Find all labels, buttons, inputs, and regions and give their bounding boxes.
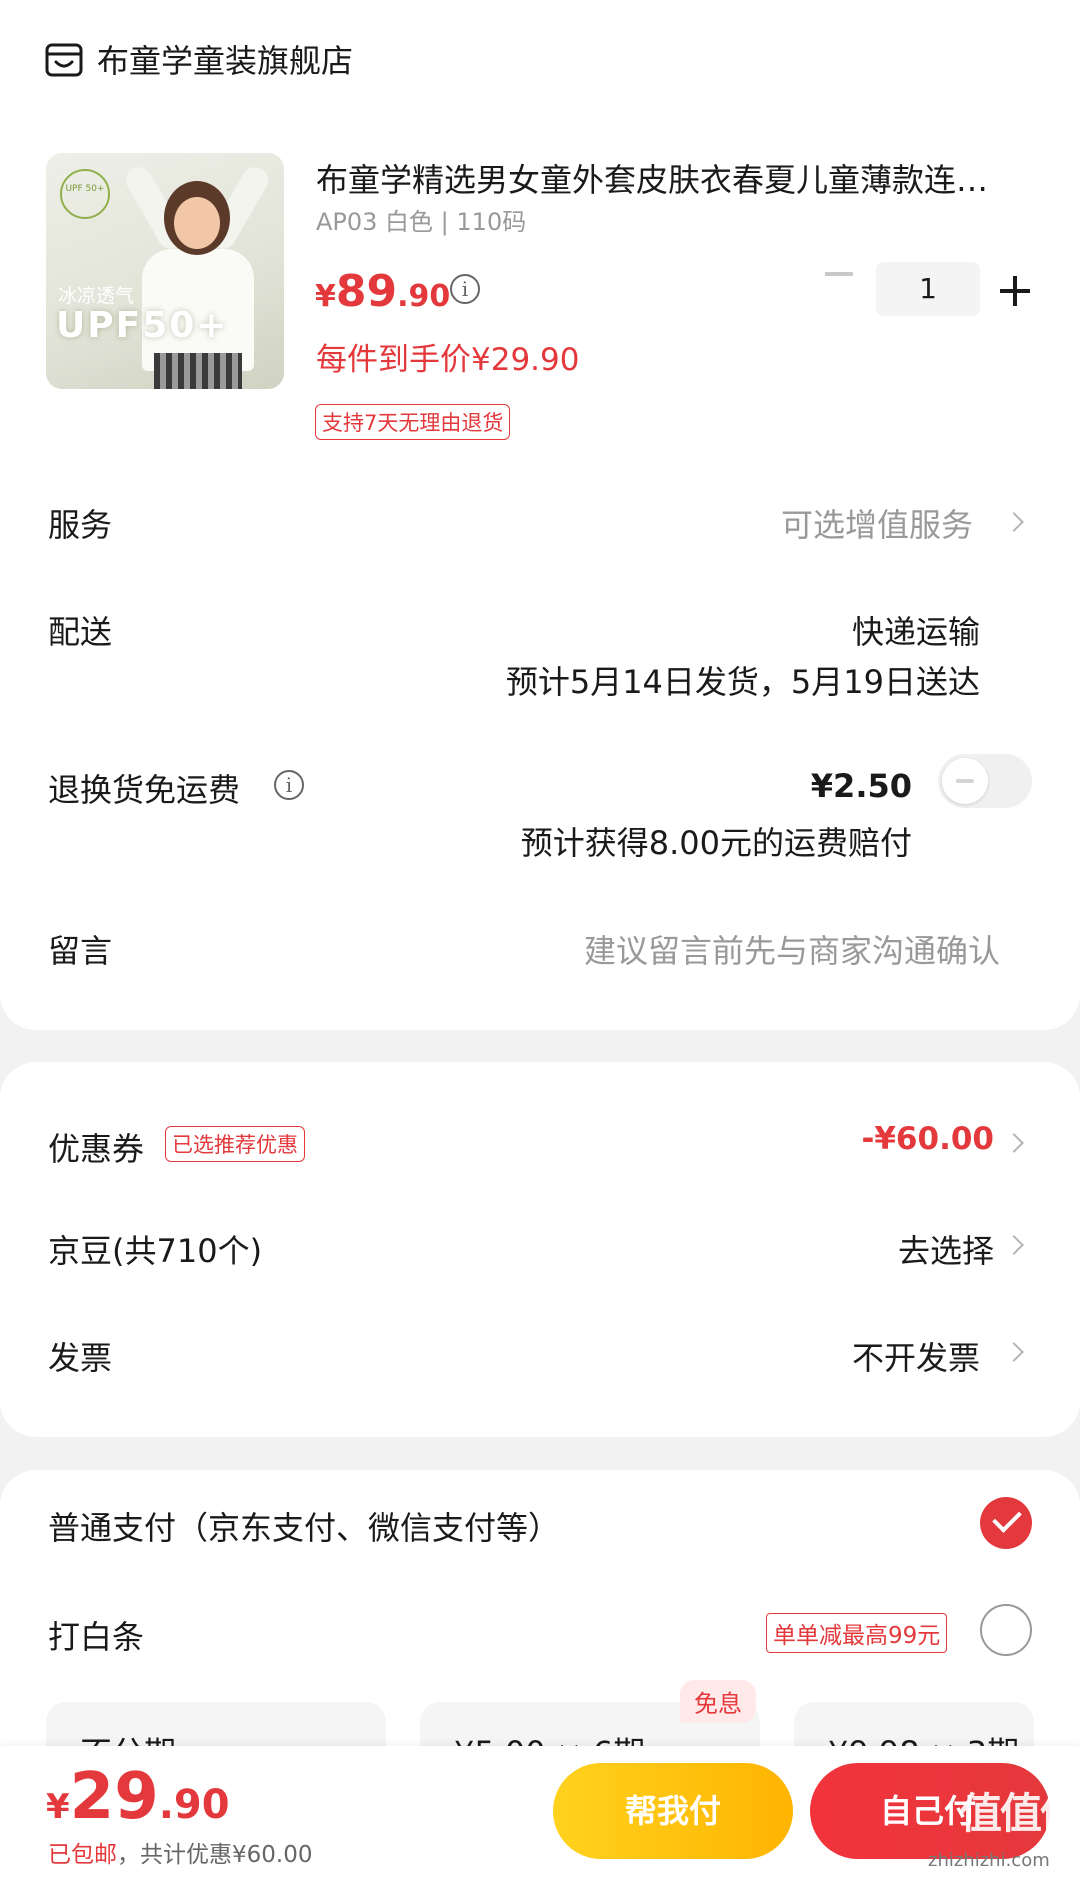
product-spec[interactable]: AP03 白色 | 110码 (316, 202, 526, 237)
total-summary: 已包邮，共计优惠¥60.00 (48, 1842, 313, 1868)
upf-badge: UPF 50+ (60, 169, 110, 219)
return-fee-note: 预计获得8.00元的运费赔付 (520, 824, 912, 862)
coupon-tag: 已选推荐优惠 (165, 1126, 305, 1162)
total-price: ¥29.90 (46, 1760, 230, 1834)
watermark-url: zhizhizhi.com (928, 1850, 1050, 1871)
normal-pay-label[interactable]: 普通支付（京东支付、微信支付等） (48, 1503, 560, 1549)
coupon-value[interactable]: -¥60.00 (862, 1121, 995, 1157)
coupon-label: 优惠券 (48, 1130, 145, 1168)
invoice-value[interactable]: 不开发票 (852, 1333, 980, 1379)
help-pay-button[interactable]: 帮我付 (553, 1763, 793, 1859)
message-input[interactable]: 建议留言前先与商家沟通确认 (584, 926, 1000, 972)
baitiao-label[interactable]: 打白条 (48, 1612, 144, 1658)
delivery-eta: 预计5月14日发货，5月19日送达 (505, 663, 980, 701)
quantity-input[interactable]: 1 (876, 262, 980, 316)
return-fee-info-icon[interactable]: i (274, 770, 304, 800)
delivery-label: 配送 (48, 613, 113, 651)
invoice-label: 发票 (48, 1339, 113, 1377)
beans-label: 京豆(共710个) (48, 1232, 263, 1270)
normal-pay-checkbox[interactable] (980, 1497, 1032, 1549)
watermark-logo: 值值值 (960, 1789, 1080, 1838)
delivery-method[interactable]: 快递运输 (852, 607, 980, 653)
price-info-icon[interactable]: i (450, 274, 480, 304)
final-price: 每件到手价¥29.90 (316, 342, 580, 378)
return-fee-label: 退换货免运费 (48, 771, 241, 809)
free-interest-tag: 免息 (680, 1680, 756, 1723)
message-label: 留言 (48, 932, 113, 970)
return-fee-toggle[interactable] (938, 754, 1032, 808)
quantity-plus-button[interactable] (1000, 276, 1030, 306)
product-image[interactable]: UPF 50+ 冰凉透气 UPF50+ (46, 153, 284, 389)
service-label: 服务 (48, 506, 113, 544)
beans-value[interactable]: 去选择 (898, 1226, 994, 1272)
product-price: ¥89.90 (315, 266, 451, 317)
store-icon (45, 43, 83, 77)
return-fee-value: ¥2.50 (810, 767, 912, 805)
return-policy-tag: 支持7天无理由退货 (315, 404, 511, 440)
quantity-minus-button[interactable] (825, 272, 853, 276)
service-value[interactable]: 可选增值服务 (781, 500, 973, 546)
baitiao-promo-tag: 单单减最高99元 (766, 1613, 948, 1653)
product-title[interactable]: 布童学精选男女童外套皮肤衣春夏儿童薄款连… (316, 155, 1036, 201)
image-caption-cool: 冰凉透气 (58, 285, 135, 307)
baitiao-radio[interactable] (980, 1604, 1032, 1656)
store-name[interactable]: 布童学童装旗舰店 (97, 36, 353, 82)
image-caption-upf: UPF50+ (56, 305, 229, 346)
